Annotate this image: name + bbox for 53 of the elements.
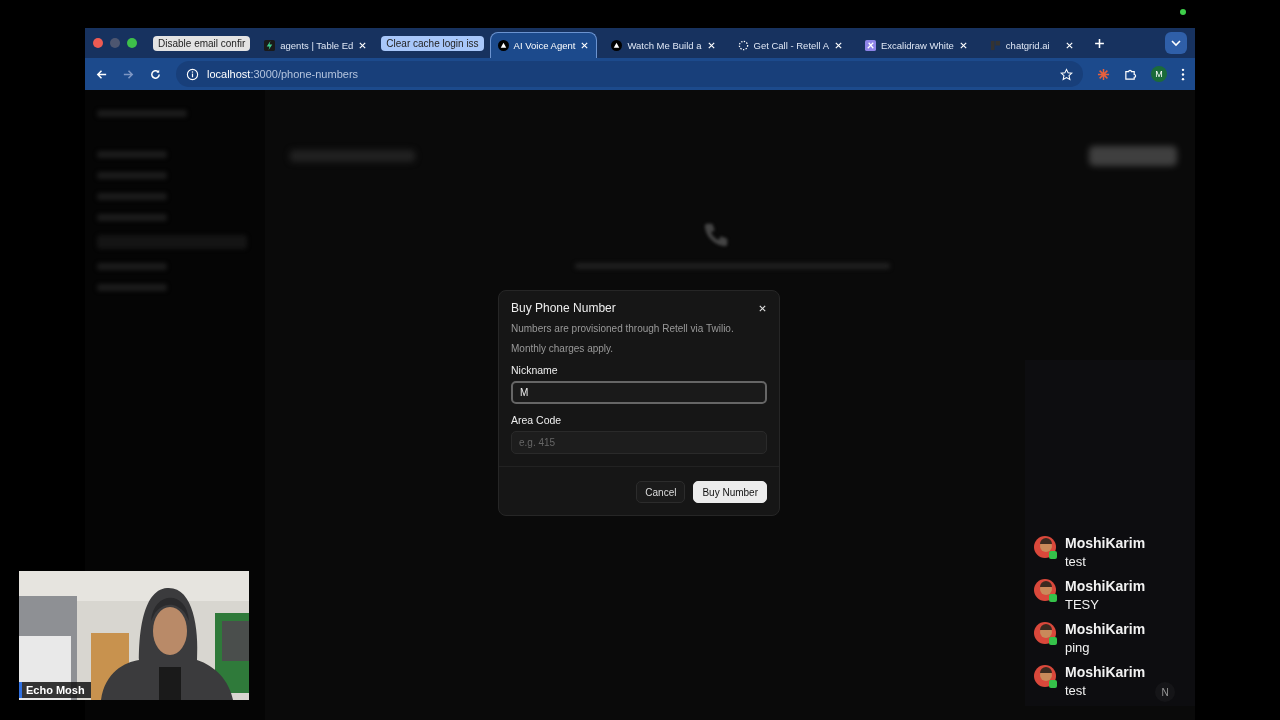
dotted-circle-icon (737, 40, 749, 51)
tab-group-chip[interactable]: Disable email confir (153, 35, 251, 51)
field-label: Nickname (511, 364, 558, 376)
bolt-icon (264, 40, 276, 51)
dialog-description: Numbers are provisioned through Retell via Twilio. (511, 323, 735, 334)
menu-icon[interactable] (1181, 67, 1185, 81)
browser-tab[interactable]: chatgrid.ai (981, 32, 1082, 58)
chat-message: test (1065, 554, 1087, 569)
address-bar[interactable]: localhost:3000/phone-numbers (176, 61, 1083, 87)
browser-tab[interactable]: Get Call - Retell A (729, 32, 851, 58)
cancel-button[interactable]: Cancel (636, 481, 686, 503)
triangle-icon (611, 40, 623, 51)
field-label: Area Code (511, 414, 562, 426)
chat-author: MoshiKarim (1065, 578, 1146, 594)
burst-icon[interactable] (1097, 67, 1110, 81)
chat-author: MoshiKarim (1065, 664, 1146, 680)
chat-author: MoshiKarim (1065, 535, 1146, 551)
chat-author: MoshiKarim (1065, 621, 1146, 637)
close-icon[interactable] (958, 41, 968, 50)
browser-tab[interactable]: AI Voice Agent (489, 32, 598, 58)
info-icon[interactable] (186, 67, 199, 81)
avatar-icon (1033, 578, 1059, 604)
avatar-icon (1033, 664, 1059, 690)
pen-icon (865, 40, 876, 51)
tab-group-chip[interactable]: Clear cache login iss (381, 35, 484, 51)
new-tab-icon[interactable] (1093, 37, 1105, 49)
zoom-window-button[interactable] (127, 38, 137, 48)
star-icon[interactable] (1060, 67, 1073, 81)
browser-tab[interactable]: Excalidraw White (857, 32, 976, 58)
browser-tab[interactable]: Watch Me Build a (603, 32, 724, 58)
reload-icon[interactable] (149, 67, 162, 81)
close-icon[interactable] (1064, 41, 1074, 50)
grid-icon (989, 40, 1001, 51)
participant-name: Echo Mosh (19, 682, 91, 698)
triangle-icon (497, 40, 509, 51)
tab-search-icon[interactable] (1165, 32, 1187, 54)
puzzle-icon[interactable] (1124, 67, 1137, 81)
corner-badge[interactable]: N (1155, 682, 1175, 702)
buy-button[interactable]: Buy Number (693, 481, 767, 503)
close-icon[interactable] (758, 303, 767, 313)
dialog-title: Buy Phone Number (511, 301, 616, 315)
profile-avatar[interactable]: M (1151, 66, 1167, 82)
input-field[interactable]: e.g. 415 (511, 431, 767, 454)
input-field[interactable]: M (511, 381, 767, 404)
avatar-icon (1033, 535, 1059, 561)
dialog-description: Monthly charges apply. (511, 343, 615, 354)
chat-message: ping (1065, 640, 1091, 655)
chat-message: TESY (1065, 597, 1100, 612)
browser-tab[interactable]: agents | Table Ed (256, 32, 376, 58)
chat-message: test (1065, 683, 1087, 698)
status-dot (1180, 9, 1186, 15)
avatar-icon (1033, 621, 1059, 647)
close-window-button[interactable] (93, 38, 103, 48)
